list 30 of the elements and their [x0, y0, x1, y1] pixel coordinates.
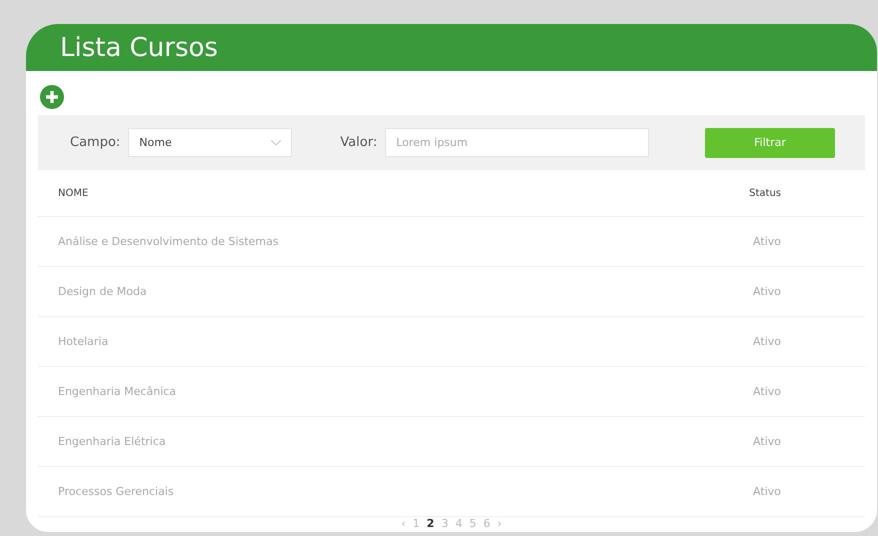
filter-button[interactable]: Filtrar [705, 128, 835, 158]
chevron-down-icon [271, 140, 282, 146]
page-link[interactable]: 1 [412, 517, 420, 530]
column-header: NOME [58, 188, 88, 198]
page-link[interactable]: 3 [441, 517, 448, 530]
page-link[interactable]: 6 [483, 517, 490, 530]
page-title: Lista Cursos [60, 32, 218, 62]
table-cell: Análise e Desenvolvimento de Sistemas [58, 235, 278, 248]
value-label: Valor: [340, 135, 378, 150]
table-cell: Ativo [753, 435, 781, 448]
column-header: Status [749, 188, 781, 198]
field-select[interactable]: Nome [128, 128, 292, 157]
previous-page-link[interactable]: ‹ [401, 517, 406, 530]
table-cell: Engenharia Elétrica [58, 435, 166, 448]
table-cell: Engenharia Mecânica [58, 385, 176, 398]
table-cell: Hotelaria [58, 335, 108, 348]
next-page-link[interactable]: › [497, 517, 502, 530]
page-link[interactable]: 4 [455, 517, 462, 530]
table-cell: Ativo [753, 385, 781, 398]
page-link[interactable]: 2 [426, 517, 434, 530]
field-label: Campo: [70, 135, 120, 150]
table-cell: Processos Gerenciais [58, 485, 174, 498]
table-cell: Design de Moda [58, 285, 147, 298]
table-cell: Ativo [753, 235, 781, 248]
page-link[interactable]: 5 [469, 517, 476, 530]
table-cell: Ativo [753, 335, 781, 348]
table-cell: Ativo [753, 485, 781, 498]
value-field[interactable]: Lorem ipsum [385, 128, 650, 157]
table-cell: Ativo [753, 285, 781, 298]
add-icon[interactable] [40, 85, 64, 109]
